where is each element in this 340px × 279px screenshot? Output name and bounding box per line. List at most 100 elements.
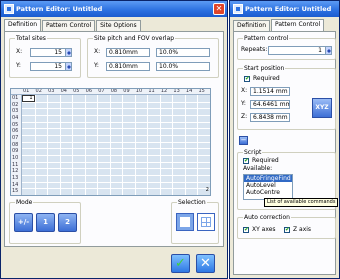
grid-row-label: 11 <box>12 161 19 168</box>
grid-column-label: 14 <box>185 88 193 94</box>
ok-button[interactable]: ✓ <box>171 254 190 273</box>
grid-line <box>134 95 136 195</box>
grid-row-label: 02 <box>12 101 19 108</box>
script-required-label: Required <box>252 157 279 164</box>
start-z-input[interactable]: 6.8438 mm <box>250 113 290 122</box>
overlap-y-input[interactable]: 10.0% <box>156 62 210 71</box>
grid-line <box>22 135 210 136</box>
x-label: X: <box>16 48 23 55</box>
selection-label: Selection <box>177 199 207 206</box>
tab-pattern-control[interactable]: Pattern Control <box>41 20 96 31</box>
overlap-x-input[interactable]: 10.0% <box>156 48 210 57</box>
y-label: Y: <box>94 62 99 69</box>
list-item[interactable]: AutoCentre <box>244 189 292 196</box>
repeats-value: 1 <box>318 47 322 54</box>
grid-line <box>22 128 210 130</box>
x-label: X: <box>241 87 248 94</box>
grid-row-label: 08 <box>12 141 19 148</box>
grid-column-label: 08 <box>110 88 118 94</box>
total-sites-label: Total sites <box>15 35 47 42</box>
grid-column-label: 01 <box>23 88 30 94</box>
grid-line <box>22 161 210 163</box>
tab-definition[interactable]: Definition <box>4 19 42 31</box>
cancel-button[interactable]: ✕ <box>196 254 215 273</box>
grid-line <box>22 121 210 123</box>
grid-line <box>22 175 210 176</box>
definition-panel: Total sites X: 15 Y: 15 Site pitch and F… <box>4 31 224 247</box>
grid-row-label: 09 <box>12 148 19 155</box>
clear-selection-button[interactable] <box>197 213 215 231</box>
x-icon: ✕ <box>200 256 211 271</box>
window-title: Pattern Editor: Untitled <box>245 5 332 13</box>
start-x-input[interactable]: 1.1514 mm <box>250 87 290 96</box>
grid-row-label: 05 <box>12 121 19 128</box>
repeats-input[interactable]: 1 <box>268 46 332 55</box>
select-all-button[interactable] <box>176 213 194 231</box>
set-start-mode-button[interactable]: 1 <box>36 213 55 232</box>
y-label: Y: <box>241 100 246 107</box>
grid-line <box>122 95 124 195</box>
grid-column-label: 10 <box>135 88 143 94</box>
tooltip: List of available commands <box>264 198 339 207</box>
start-position-group: Start position ✔ Required X: 1.1514 mm Y… <box>237 65 336 130</box>
xy-axes-checkbox[interactable]: ✔ <box>243 227 249 233</box>
grid-row-label: 10 <box>12 155 19 161</box>
spinner-icon[interactable] <box>65 49 71 56</box>
list-item[interactable]: AutoLevel <box>244 182 292 189</box>
pitch-x-input[interactable]: 0.810mm <box>106 48 150 57</box>
get-xyz-button[interactable]: XYZ <box>312 98 332 118</box>
window-title: Pattern Editor: Untitled <box>16 5 103 13</box>
script-group: Script ✔ Required Available: AutoFringeF… <box>237 149 339 210</box>
grid-row-label: 01 <box>12 95 19 101</box>
tab-site-options[interactable]: Site Options <box>96 20 141 31</box>
mode-label: Mode <box>15 199 34 206</box>
grid-column-label: 09 <box>123 88 130 94</box>
grid-line <box>22 181 210 183</box>
check-icon: ✓ <box>175 256 186 271</box>
xy-axes-label: XY axes <box>252 226 276 233</box>
pattern-control-label: Pattern control <box>243 35 290 42</box>
end-site-cell[interactable]: 2 <box>197 188 210 195</box>
spinner-icon[interactable] <box>65 63 71 70</box>
x-label: X: <box>94 48 101 55</box>
site-grid[interactable]: 01 02 03 04 05 06 07 08 09 10 11 12 13 14 15 01 02 03 04 05… <box>10 88 211 196</box>
close-icon[interactable]: ✕ <box>213 3 225 15</box>
script-required-checkbox[interactable]: ✔ <box>243 158 249 164</box>
app-icon <box>4 4 14 14</box>
total-sites-x-input[interactable]: 15 <box>30 48 72 57</box>
pattern-control-group: Pattern control Repeats: 1 <box>237 35 336 60</box>
grid-row-label: 07 <box>12 135 19 141</box>
grid-column-label: 04 <box>60 88 67 94</box>
grid-row-label: 12 <box>12 168 19 175</box>
grid-column-label: 05 <box>73 88 80 94</box>
collapse-button[interactable]: − <box>239 136 248 145</box>
toggle-mode-button[interactable]: +/- <box>14 213 33 232</box>
spinner-icon[interactable] <box>325 47 331 54</box>
z-label: Z: <box>241 113 248 120</box>
start-required-checkbox[interactable]: ✔ <box>244 76 250 82</box>
selection-group: Selection <box>171 199 219 244</box>
total-sites-y-input[interactable]: 15 <box>30 62 72 71</box>
tab-pattern-control[interactable]: Pattern Control <box>270 19 325 31</box>
start-y-input[interactable]: 64.6461 mm <box>250 100 290 109</box>
grid-column-label: 12 <box>160 88 168 94</box>
pitch-y-input[interactable]: 0.810mm <box>106 62 150 71</box>
tab-definition[interactable]: Definition <box>233 20 271 31</box>
grid-column-label: 11 <box>148 88 155 94</box>
mode-group: Mode +/- 1 2 <box>9 199 81 244</box>
tab-strip: Definition Pattern Control <box>233 19 336 31</box>
app-icon <box>233 4 243 14</box>
z-axis-label: Z axis <box>293 226 312 233</box>
grid-line <box>147 95 149 195</box>
z-axis-checkbox[interactable]: ✔ <box>284 227 290 233</box>
grid-line <box>22 141 210 143</box>
pattern-control-panel: Pattern control Repeats: 1 Start positio… <box>233 31 339 275</box>
start-site-cell[interactable]: 1 <box>22 95 35 102</box>
start-required-label: Required <box>253 75 280 82</box>
grid-column-label: 03 <box>48 88 55 94</box>
site-pitch-group: Site pitch and FOV overlap X: 0.810mm 10… <box>87 35 219 78</box>
available-scripts-list[interactable]: AutoFringeFind AutoLevel AutoCentre <box>243 174 293 200</box>
list-item[interactable]: AutoFringeFind <box>244 175 292 182</box>
grid-row-label: 03 <box>12 108 19 115</box>
set-end-mode-button[interactable]: 2 <box>58 213 77 232</box>
